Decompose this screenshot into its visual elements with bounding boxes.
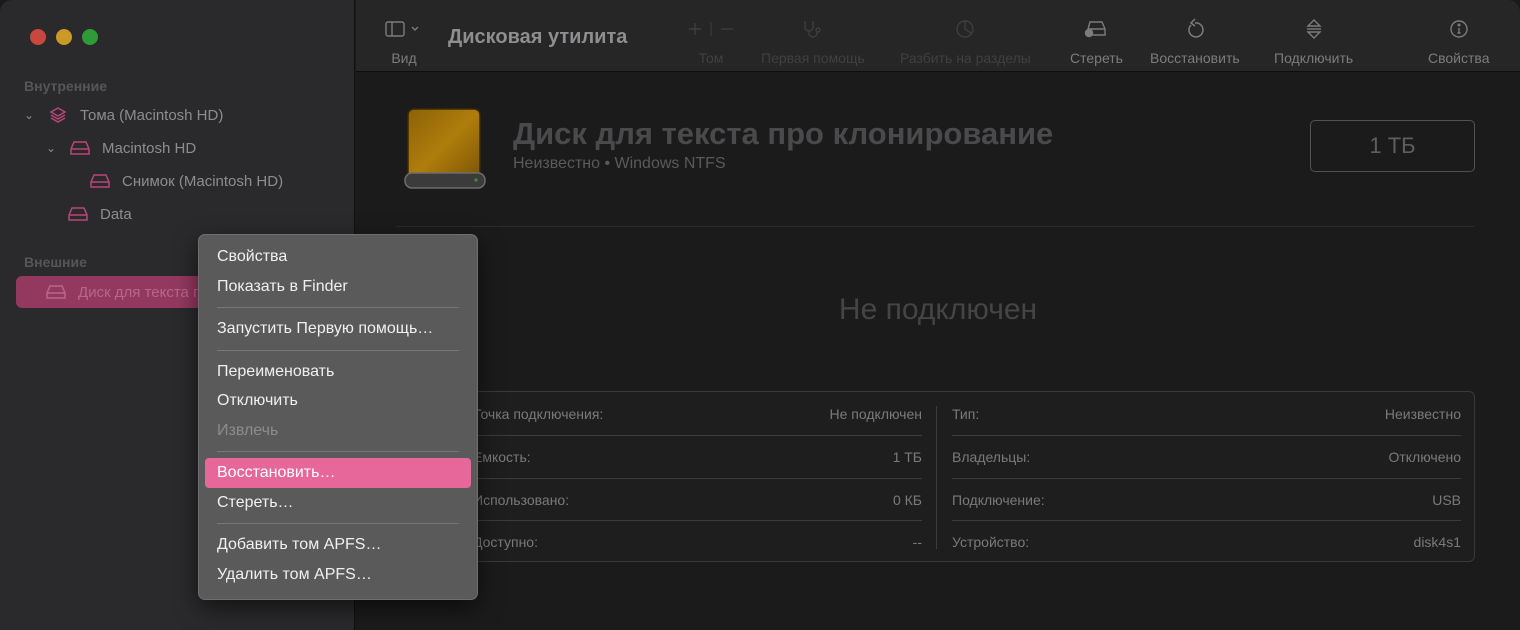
sidebar-item-label: Data: [100, 205, 132, 223]
zoom-window-button[interactable]: [82, 29, 98, 45]
sidebar-item-snapshot[interactable]: Снимок (Macintosh HD): [90, 170, 283, 192]
menu-item-show-in-finder[interactable]: Показать в Finder: [205, 272, 471, 302]
disk-size-badge: 1 ТБ: [1310, 120, 1475, 172]
menu-separator: [217, 523, 459, 524]
info-row: Владельцы: Отключено: [952, 435, 1461, 478]
restore-button[interactable]: Восстановить: [1150, 18, 1240, 66]
menu-item-run-first-aid[interactable]: Запустить Первую помощь…: [205, 314, 471, 344]
sidebar-item-label: Снимок (Macintosh HD): [122, 172, 284, 190]
info-row: Емкость: 1 ТБ: [457, 435, 922, 478]
volume-label: Том: [698, 50, 724, 66]
info-label: Использовано:: [473, 491, 570, 508]
info-row: Устройство: disk4s1: [952, 520, 1461, 563]
view-button[interactable]: Вид: [384, 18, 424, 66]
drive-icon: [46, 284, 66, 300]
menu-item-eject: Извлечь: [217, 421, 279, 439]
info-label: Подключение:: [952, 491, 1045, 508]
mount-icon: [1304, 18, 1324, 40]
info-row: Подключение: USB: [952, 478, 1461, 521]
info-value: 0 КБ: [892, 491, 922, 508]
toolbar: Вид Дисковая утилита Том Первая помощь Р…: [356, 0, 1520, 72]
mount-status: Не подключен: [838, 293, 1038, 326]
context-menu: Свойства Показать в Finder Запустить Пер…: [198, 234, 478, 600]
menu-item-restore[interactable]: Восстановить…: [205, 458, 471, 488]
sidebar-item-label: Тома (Macintosh HD): [80, 106, 224, 124]
menu-separator: [217, 307, 459, 308]
menu-item-properties[interactable]: Свойства: [205, 242, 471, 272]
info-row: Тип: Неизвестно: [952, 392, 1461, 435]
restore-arrow-icon: [1185, 18, 1205, 40]
sidebar-item-data[interactable]: Data: [68, 203, 132, 225]
section-external-heading: Внешние: [24, 254, 87, 270]
app-title: Дисковая утилита: [448, 26, 628, 48]
view-label: Вид: [391, 50, 417, 66]
menu-item-erase[interactable]: Стереть…: [205, 488, 471, 518]
disk-utility-window: Внутренние ⌄ Тома (Macintosh HD) ⌄ Macin…: [0, 0, 1520, 630]
erase-drive-icon: [1084, 18, 1108, 40]
drive-icon: [70, 140, 90, 156]
sidebar-item-volumes-container[interactable]: ⌄ Тома (Macintosh HD): [22, 104, 223, 126]
info-table: Точка подключения: Не подключен Емкость:…: [456, 391, 1475, 562]
chevron-down-icon[interactable]: ⌄: [44, 141, 58, 155]
external-drive-icon: [404, 107, 486, 196]
drive-icon: [68, 206, 88, 222]
column-divider: [936, 406, 937, 549]
info-label: Тип:: [952, 405, 980, 422]
menu-item-delete-apfs-volume[interactable]: Удалить том APFS…: [205, 560, 471, 590]
info-label: Владельцы:: [952, 448, 1031, 465]
stethoscope-icon: [802, 18, 824, 40]
disk-name: Диск для текста про клонирование: [513, 116, 1054, 151]
volume-button[interactable]: Том: [686, 18, 736, 66]
add-remove-volume-icon: [686, 18, 736, 40]
menu-separator: [217, 349, 459, 351]
info-icon: [1449, 18, 1469, 40]
main-content: Диск для текста про клонирование Неизвес…: [356, 73, 1520, 630]
chevron-down-icon[interactable]: ⌄: [22, 108, 36, 122]
pie-chart-icon: [955, 18, 975, 40]
sidebar-toggle-icon: [384, 18, 424, 40]
info-value: 1 ТБ: [892, 448, 922, 465]
section-internal-heading: Внутренние: [24, 78, 108, 94]
info-label: Устройство:: [952, 533, 1030, 550]
info-value: Неизвестно: [1384, 405, 1461, 422]
info-button[interactable]: Свойства: [1428, 18, 1489, 66]
info-label: Емкость:: [473, 448, 531, 465]
sidebar-item-label: Macintosh HD: [102, 139, 197, 157]
first-aid-button[interactable]: Первая помощь: [761, 18, 865, 66]
restore-label: Восстановить: [1150, 50, 1240, 66]
info-value: Отключено: [1388, 448, 1461, 465]
sidebar-item-external-disk[interactable]: Диск для текста про клонирование: [16, 276, 321, 308]
menu-item-unmount[interactable]: Отключить: [205, 386, 471, 416]
sidebar-item-macintosh-hd[interactable]: ⌄ Macintosh HD: [44, 137, 196, 159]
menu-item-add-apfs-volume[interactable]: Добавить том APFS…: [205, 530, 471, 560]
first-aid-label: Первая помощь: [761, 50, 865, 66]
menu-separator: [217, 451, 459, 452]
drive-icon: [90, 173, 110, 189]
mount-button[interactable]: Подключить: [1274, 18, 1353, 66]
partition-label: Разбить на разделы: [900, 50, 1031, 66]
info-label: Точка подключения:: [473, 405, 604, 422]
close-window-button[interactable]: [30, 29, 46, 45]
layers-icon: [48, 107, 68, 123]
info-value: USB: [1432, 491, 1461, 508]
info-label: Свойства: [1428, 50, 1490, 66]
minimize-window-button[interactable]: [56, 29, 72, 45]
mount-label: Подключить: [1274, 50, 1354, 66]
info-value: Не подключен: [829, 405, 922, 422]
erase-button[interactable]: Стереть: [1070, 18, 1123, 66]
info-row: Доступно: --: [457, 520, 922, 563]
info-row: Точка подключения: Не подключен: [457, 392, 922, 435]
erase-label: Стереть: [1070, 50, 1123, 66]
divider: [396, 226, 1474, 227]
menu-item-rename[interactable]: Переименовать: [205, 357, 471, 387]
disk-subtitle: Неизвестно • Windows NTFS: [513, 155, 726, 172]
traffic-lights: [30, 29, 98, 45]
info-value: disk4s1: [1413, 533, 1461, 550]
info-row: Использовано: 0 КБ: [457, 478, 922, 521]
info-label: Доступно:: [473, 533, 538, 550]
partition-button[interactable]: Разбить на разделы: [900, 18, 1031, 66]
info-value: --: [912, 533, 922, 550]
